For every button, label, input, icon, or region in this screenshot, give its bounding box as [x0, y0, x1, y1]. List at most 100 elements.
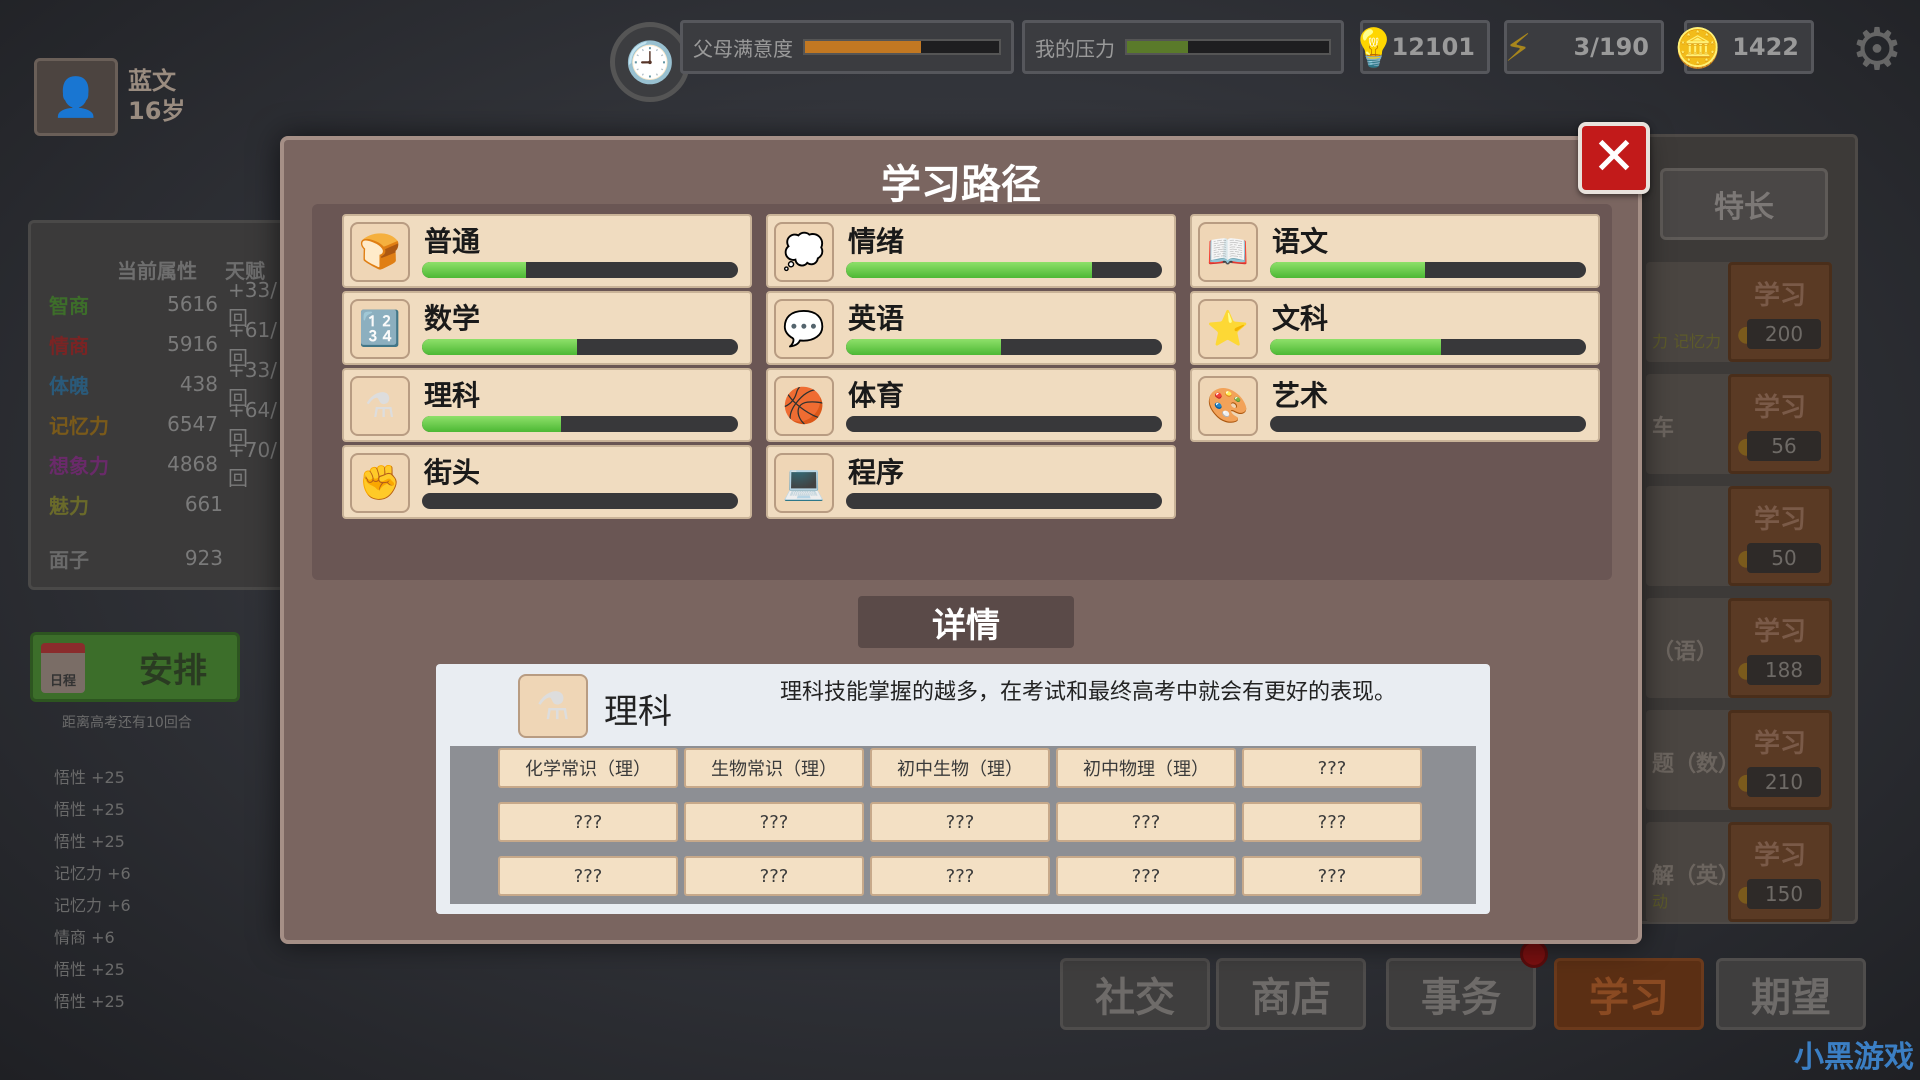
stress-label: 我的压力 [1035, 36, 1115, 61]
course-card: 解（英） 动 学习●150 [1646, 822, 1832, 922]
attribute-row: 想象力 4868 +70/回 [31, 438, 295, 490]
path-card[interactable]: 🎨 艺术 [1190, 368, 1600, 442]
notification-dot [1520, 940, 1548, 968]
skill-cell[interactable]: ??? [498, 856, 678, 896]
skill-cell[interactable]: ??? [1242, 802, 1422, 842]
computer-icon: 💻 [774, 453, 834, 513]
attribute-value: 5616 [167, 292, 219, 316]
skill-cell[interactable]: 化学常识（理） [498, 748, 678, 788]
path-card[interactable]: 🔢 数学 [342, 291, 752, 365]
learn-cost: 188 [1747, 655, 1821, 685]
nav-2[interactable]: 事务 [1386, 958, 1536, 1030]
skill-cell[interactable]: 生物常识（理） [684, 748, 864, 788]
nav-1[interactable]: 商店 [1216, 958, 1366, 1030]
basketball-icon: 🏀 [774, 376, 834, 436]
path-name: 程序 [848, 456, 905, 489]
path-progress-bar [846, 416, 1162, 432]
book-icon: 📖 [1198, 222, 1258, 282]
path-card[interactable]: 🏀 体育 [766, 368, 1176, 442]
avatar[interactable]: 👤 [34, 58, 118, 136]
course-sub: 动 [1652, 892, 1669, 911]
gear-icon[interactable]: ⚙ [1846, 18, 1908, 80]
course-name: （语） [1652, 640, 1719, 665]
skill-cell[interactable]: ??? [684, 802, 864, 842]
log-entry: 情商 +6 [54, 928, 115, 947]
energy-value: 3/190 [1573, 33, 1649, 61]
log-entry: 记忆力 +6 [54, 896, 131, 915]
path-card[interactable]: 📖 语文 [1190, 214, 1600, 288]
learn-button[interactable]: 学习●56 [1728, 374, 1832, 474]
coin-icon: 🪙 [1674, 25, 1722, 70]
path-name: 艺术 [1272, 379, 1329, 412]
flask-icon: ⚗ [518, 674, 588, 738]
skill-cell[interactable]: ??? [1242, 856, 1422, 896]
attribute-name: 魅力 [49, 493, 89, 518]
course-sub: 力 记忆力 [1652, 332, 1722, 351]
path-name: 语文 [1272, 225, 1329, 258]
course-card: （语） 学习●188 [1646, 598, 1832, 698]
learn-cost: 50 [1747, 543, 1821, 573]
character-name: 蓝文 [128, 67, 176, 95]
path-name: 普通 [424, 225, 481, 258]
path-card[interactable]: 💻 程序 [766, 445, 1176, 519]
log-entry: 悟性 +25 [54, 768, 125, 787]
log-entry: 悟性 +25 [54, 832, 125, 851]
path-card[interactable]: ⭐ 文科 [1190, 291, 1600, 365]
nav-3[interactable]: 学习 [1554, 958, 1704, 1030]
path-card[interactable]: 💬 英语 [766, 291, 1176, 365]
path-card[interactable]: 💭 情绪 [766, 214, 1176, 288]
path-name: 体育 [848, 379, 905, 412]
nav-0[interactable]: 社交 [1060, 958, 1210, 1030]
course-name: 车 [1652, 416, 1675, 441]
arrange-label: 安排 [139, 650, 207, 691]
skill-cell[interactable]: ??? [870, 802, 1050, 842]
parent-satisfaction-label: 父母满意度 [693, 36, 793, 61]
skill-cell[interactable]: ??? [1056, 802, 1236, 842]
path-card[interactable]: ⚗ 理科 [342, 368, 752, 442]
learn-button[interactable]: 学习●50 [1728, 486, 1832, 586]
nav-4[interactable]: 期望 [1716, 958, 1866, 1030]
lightbulb-icon: 💡 [1350, 25, 1398, 70]
event-log: 悟性 +25 悟性 +25 悟性 +25 记忆力 +6 记忆力 +6 情商 +6 悟性 +2… [28, 762, 290, 1018]
detail-panel: ⚗ 理科 理科技能掌握的越多，在考试和最终高考中就会有更好的表现。 化学常识（理… [436, 664, 1490, 914]
learn-button[interactable]: 学习●188 [1728, 598, 1832, 698]
skill-cell[interactable]: ??? [1056, 856, 1236, 896]
learn-button[interactable]: 学习●200 [1728, 262, 1832, 362]
skill-cell[interactable]: 初中生物（理） [870, 748, 1050, 788]
learn-button[interactable]: 学习●210 [1728, 710, 1832, 810]
course-card: 学习●50 [1646, 486, 1832, 586]
detail-heading: 详情 [858, 596, 1074, 648]
path-progress-bar [422, 339, 738, 355]
close-button[interactable]: ✕ [1578, 122, 1650, 194]
path-progress-bar [846, 493, 1162, 509]
attribute-row: 面子 923 [31, 538, 295, 578]
skill-cell[interactable]: 初中物理（理） [1056, 748, 1236, 788]
parent-satisfaction-fill [805, 41, 922, 53]
path-card[interactable]: 🍞 普通 [342, 214, 752, 288]
detail-name: 理科 [604, 692, 672, 732]
attribute-value: 4868 [167, 452, 219, 476]
hello-bubble-icon: 💬 [774, 299, 834, 359]
learn-button[interactable]: 学习●150 [1728, 822, 1832, 922]
skill-cell[interactable]: ??? [870, 856, 1050, 896]
specialty-tab[interactable]: 特长 [1660, 168, 1828, 240]
learn-label: 学习 [1753, 729, 1806, 759]
skill-cell[interactable]: ??? [684, 856, 864, 896]
modal-title: 学习路径 [881, 162, 1041, 208]
path-name: 英语 [848, 302, 905, 335]
attribute-value: 5916 [167, 332, 219, 356]
skill-cell[interactable]: ??? [1242, 748, 1422, 788]
learn-label: 学习 [1753, 393, 1806, 423]
clock-icon: 🕘 [610, 22, 690, 102]
attribute-name: 想象力 [49, 453, 109, 478]
path-progress-bar [1270, 416, 1586, 432]
skill-cell[interactable]: ??? [498, 802, 678, 842]
lightning-icon: ⚡ [1504, 26, 1532, 70]
arrange-button[interactable]: 日程 安排 [30, 632, 240, 702]
path-progress-bar [846, 262, 1162, 278]
path-card[interactable]: ✊ 街头 [342, 445, 752, 519]
skill-grid: 化学常识（理） 生物常识（理） 初中生物（理） 初中物理（理）????????????… [450, 746, 1476, 904]
path-name: 数学 [424, 302, 481, 335]
path-grid: 🍞 普通 💭 情绪 📖 语文 🔢 数学 💬 英语 ⭐ 文科 ⚗ 理科 🏀 体育 🎨 艺术 ✊ 街头 💻 程序 [312, 204, 1612, 580]
course-card: 题（数）学习●210 [1646, 710, 1832, 810]
